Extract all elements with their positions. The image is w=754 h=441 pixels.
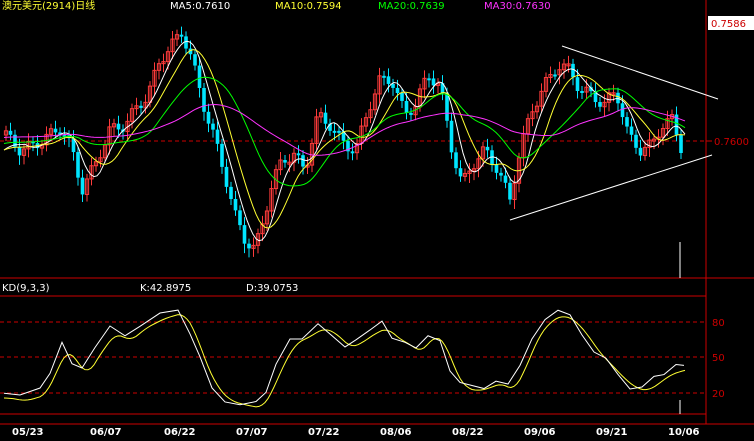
- ma5-label: MA5:0.7610: [170, 1, 230, 12]
- kd-level-80: 80: [712, 318, 725, 329]
- candle-body-down: [283, 160, 287, 163]
- candle-body-down: [458, 168, 463, 177]
- candle-body-down: [445, 92, 449, 121]
- candle-body-down: [638, 147, 643, 156]
- candle-body-down: [229, 186, 233, 199]
- ma30-label: MA30:0.7630: [484, 1, 551, 12]
- candle-body-down: [431, 78, 436, 86]
- price-mid-label: 0.7600: [714, 137, 749, 148]
- candle-body-down: [382, 75, 386, 78]
- candle-body-down: [193, 54, 197, 66]
- x-tick-label: 09/21: [596, 427, 628, 438]
- candle-body-down: [485, 146, 490, 151]
- price-top-label: 0.7586: [711, 19, 746, 30]
- candle-body-down: [17, 146, 22, 156]
- candle-body-down: [206, 111, 211, 124]
- candle-body-down: [499, 172, 503, 176]
- candle-body-down: [508, 182, 512, 200]
- triangle-upper-line: [561, 45, 719, 100]
- candle-body-down: [634, 134, 638, 148]
- x-tick-label: 06/07: [90, 427, 122, 438]
- ma20-label: MA20:0.7639: [378, 1, 445, 12]
- candle-body-down: [139, 105, 143, 108]
- kd-title: KD(9,3,3): [2, 283, 50, 294]
- candle-body-down: [350, 151, 355, 154]
- candle-body-down: [629, 126, 634, 135]
- candle-body-down: [296, 153, 301, 156]
- candle-body-down: [616, 92, 620, 104]
- candle-body-down: [679, 134, 683, 153]
- kd-level-20: 20: [712, 389, 725, 400]
- kd-lines-group: [3, 309, 686, 408]
- candle-body-down: [409, 112, 413, 115]
- triangle-lower-line: [509, 154, 713, 221]
- candle-body-down: [494, 164, 499, 173]
- kd-d-label: D:39.0753: [246, 283, 298, 294]
- chart-title: 澳元美元(2914)日线: [2, 0, 95, 12]
- candle-body-down: [233, 198, 238, 211]
- candle-body-down: [323, 112, 328, 124]
- candle-body-down: [454, 152, 458, 169]
- x-tick-label: 07/07: [236, 427, 268, 438]
- candle-body-down: [238, 210, 242, 226]
- candle-body-down: [575, 77, 580, 91]
- candle-body-down: [80, 177, 85, 195]
- candle-body-down: [620, 103, 625, 118]
- x-tick-label: 08/06: [380, 427, 412, 438]
- candle-body-down: [224, 166, 229, 187]
- candle-body-down: [503, 175, 508, 183]
- candle-body-down: [395, 87, 400, 93]
- candle-body-down: [215, 129, 220, 144]
- candle-body-down: [76, 152, 80, 178]
- kd-level-50: 50: [712, 353, 725, 364]
- candle-body-down: [8, 130, 13, 135]
- x-tick-label: 10/06: [668, 427, 700, 438]
- candle-body-down: [386, 76, 391, 84]
- candle-body-down: [404, 100, 409, 113]
- candle-body-down: [598, 102, 602, 107]
- candle-body-down: [337, 130, 341, 133]
- candle-body-down: [571, 63, 575, 78]
- candle-body-down: [202, 87, 206, 112]
- candle-body-down: [427, 78, 431, 81]
- candle-body-down: [220, 143, 224, 167]
- candle-body-down: [197, 65, 202, 88]
- x-tick-label: 07/22: [308, 427, 340, 438]
- candle-body-down: [391, 83, 395, 88]
- ma10-label: MA10:0.7594: [275, 1, 342, 12]
- chart-window: 澳元美元(2914)日线 MA5:0.7610 MA10:0.7594 MA20…: [0, 0, 754, 441]
- candle-body-down: [242, 225, 247, 244]
- candle-body-down: [301, 155, 305, 167]
- candle-body-down: [449, 120, 454, 153]
- x-tick-label: 06/22: [164, 427, 196, 438]
- candle-body-down: [580, 90, 584, 93]
- chart-svg: 澳元美元(2914)日线 MA5:0.7610 MA10:0.7594 MA20…: [0, 0, 754, 438]
- x-tick-label: 05/23: [12, 427, 44, 438]
- x-tick-label: 09/06: [524, 427, 556, 438]
- candle-body-down: [116, 123, 121, 130]
- candle-body-down: [53, 128, 58, 133]
- candle-body-down: [400, 92, 404, 101]
- candle-body-down: [211, 123, 215, 130]
- candle-body-down: [247, 243, 251, 249]
- candle-body-down: [553, 74, 557, 77]
- kd-k-label: K:42.8975: [140, 283, 191, 294]
- candle-body-down: [332, 130, 337, 133]
- candle-body-down: [179, 34, 184, 37]
- candle-body-down: [625, 117, 629, 127]
- x-tick-label: 08/22: [452, 427, 484, 438]
